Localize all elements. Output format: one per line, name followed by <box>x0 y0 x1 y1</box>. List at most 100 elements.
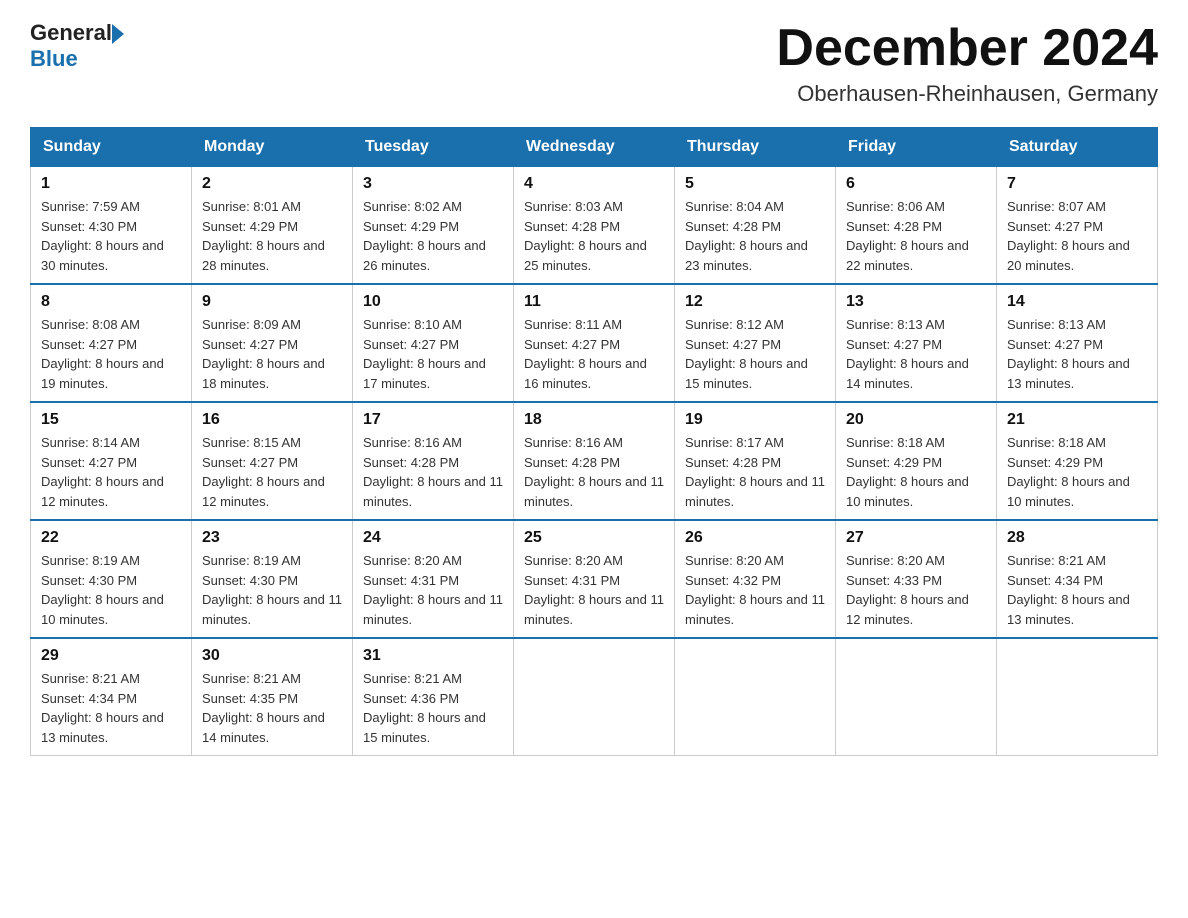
day-info: Sunrise: 8:18 AM Sunset: 4:29 PM Dayligh… <box>1007 433 1147 511</box>
calendar-week-row: 8Sunrise: 8:08 AM Sunset: 4:27 PM Daylig… <box>31 284 1158 402</box>
day-info: Sunrise: 8:21 AM Sunset: 4:36 PM Dayligh… <box>363 669 503 747</box>
day-info: Sunrise: 8:12 AM Sunset: 4:27 PM Dayligh… <box>685 315 825 393</box>
day-info: Sunrise: 8:13 AM Sunset: 4:27 PM Dayligh… <box>846 315 986 393</box>
calendar-day-cell: 28Sunrise: 8:21 AM Sunset: 4:34 PM Dayli… <box>997 520 1158 638</box>
day-number: 10 <box>363 293 503 311</box>
calendar-day-cell <box>997 638 1158 756</box>
day-number: 26 <box>685 529 825 547</box>
calendar-header-tuesday: Tuesday <box>353 128 514 167</box>
calendar-day-cell: 21 Sunrise: 8:18 AM Sunset: 4:29 PM Dayli… <box>997 402 1158 520</box>
calendar-day-cell: 10 Sunrise: 8:10 AM Sunset: 4:27 PM Dayli… <box>353 284 514 402</box>
calendar-day-cell: 13 Sunrise: 8:13 AM Sunset: 4:27 PM Dayli… <box>836 284 997 402</box>
calendar-header-saturday: Saturday <box>997 128 1158 167</box>
calendar-day-cell: 31 Sunrise: 8:21 AM Sunset: 4:36 PM Dayli… <box>353 638 514 756</box>
calendar-day-cell: 16 Sunrise: 8:15 AM Sunset: 4:27 PM Dayli… <box>192 402 353 520</box>
location-label: Oberhausen-Rheinhausen, Germany <box>776 81 1158 107</box>
calendar-day-cell: 3Sunrise: 8:02 AM Sunset: 4:29 PM Daylig… <box>353 167 514 285</box>
calendar-day-cell <box>836 638 997 756</box>
day-number: 7 <box>1007 175 1147 193</box>
calendar-header-wednesday: Wednesday <box>514 128 675 167</box>
calendar-day-cell: 2Sunrise: 8:01 AM Sunset: 4:29 PM Daylig… <box>192 167 353 285</box>
calendar-header-thursday: Thursday <box>675 128 836 167</box>
day-number: 1 <box>41 175 181 193</box>
calendar-day-cell: 17 Sunrise: 8:16 AM Sunset: 4:28 PM Dayli… <box>353 402 514 520</box>
calendar-day-cell: 4 Sunrise: 8:03 AM Sunset: 4:28 PM Daylig… <box>514 167 675 285</box>
day-info: Sunrise: 8:16 AM Sunset: 4:28 PM Dayligh… <box>363 433 503 511</box>
day-number: 30 <box>202 647 342 665</box>
day-info: Sunrise: 8:13 AM Sunset: 4:27 PM Dayligh… <box>1007 315 1147 393</box>
day-number: 14 <box>1007 293 1147 311</box>
day-info: Sunrise: 8:20 AM Sunset: 4:31 PM Dayligh… <box>363 551 503 629</box>
calendar-day-cell: 7 Sunrise: 8:07 AM Sunset: 4:27 PM Daylig… <box>997 167 1158 285</box>
day-number: 2 <box>202 175 342 193</box>
day-info: Sunrise: 8:21 AM Sunset: 4:35 PM Dayligh… <box>202 669 342 747</box>
day-info: Sunrise: 8:15 AM Sunset: 4:27 PM Dayligh… <box>202 433 342 511</box>
month-title: December 2024 <box>776 20 1158 77</box>
logo: General Blue <box>30 20 124 72</box>
day-number: 9 <box>202 293 342 311</box>
day-number: 21 <box>1007 411 1147 429</box>
day-number: 13 <box>846 293 986 311</box>
day-info: Sunrise: 8:03 AM Sunset: 4:28 PM Dayligh… <box>524 197 664 275</box>
day-info: Sunrise: 8:14 AM Sunset: 4:27 PM Dayligh… <box>41 433 181 511</box>
day-info: Sunrise: 8:19 AM Sunset: 4:30 PM Dayligh… <box>202 551 342 629</box>
calendar-day-cell: 1 Sunrise: 7:59 AM Sunset: 4:30 PM Daylig… <box>31 167 192 285</box>
calendar-table: SundayMondayTuesdayWednesdayThursdayFrid… <box>30 127 1158 756</box>
day-number: 15 <box>41 411 181 429</box>
logo-general-text: General <box>30 20 112 46</box>
calendar-header-friday: Friday <box>836 128 997 167</box>
day-number: 23 <box>202 529 342 547</box>
calendar-day-cell: 26 Sunrise: 8:20 AM Sunset: 4:32 PM Dayli… <box>675 520 836 638</box>
day-number: 18 <box>524 411 664 429</box>
day-number: 27 <box>846 529 986 547</box>
day-info: Sunrise: 7:59 AM Sunset: 4:30 PM Dayligh… <box>41 197 181 275</box>
calendar-week-row: 29Sunrise: 8:21 AM Sunset: 4:34 PM Dayli… <box>31 638 1158 756</box>
calendar-day-cell: 29Sunrise: 8:21 AM Sunset: 4:34 PM Dayli… <box>31 638 192 756</box>
day-info: Sunrise: 8:19 AM Sunset: 4:30 PM Dayligh… <box>41 551 181 629</box>
calendar-day-cell: 19Sunrise: 8:17 AM Sunset: 4:28 PM Dayli… <box>675 402 836 520</box>
calendar-day-cell: 5 Sunrise: 8:04 AM Sunset: 4:28 PM Daylig… <box>675 167 836 285</box>
calendar-day-cell: 22 Sunrise: 8:19 AM Sunset: 4:30 PM Dayli… <box>31 520 192 638</box>
calendar-header-monday: Monday <box>192 128 353 167</box>
calendar-header-row: SundayMondayTuesdayWednesdayThursdayFrid… <box>31 128 1158 167</box>
day-number: 22 <box>41 529 181 547</box>
calendar-day-cell: 23 Sunrise: 8:19 AM Sunset: 4:30 PM Dayli… <box>192 520 353 638</box>
day-number: 6 <box>846 175 986 193</box>
calendar-day-cell: 25Sunrise: 8:20 AM Sunset: 4:31 PM Dayli… <box>514 520 675 638</box>
calendar-day-cell: 18 Sunrise: 8:16 AM Sunset: 4:28 PM Dayli… <box>514 402 675 520</box>
day-info: Sunrise: 8:18 AM Sunset: 4:29 PM Dayligh… <box>846 433 986 511</box>
calendar-day-cell: 9 Sunrise: 8:09 AM Sunset: 4:27 PM Daylig… <box>192 284 353 402</box>
day-info: Sunrise: 8:09 AM Sunset: 4:27 PM Dayligh… <box>202 315 342 393</box>
day-number: 5 <box>685 175 825 193</box>
logo-blue-text: Blue <box>30 46 78 72</box>
page-header: General Blue December 2024 Oberhausen-Rh… <box>30 20 1158 107</box>
day-info: Sunrise: 8:07 AM Sunset: 4:27 PM Dayligh… <box>1007 197 1147 275</box>
calendar-week-row: 1 Sunrise: 7:59 AM Sunset: 4:30 PM Daylig… <box>31 167 1158 285</box>
day-info: Sunrise: 8:06 AM Sunset: 4:28 PM Dayligh… <box>846 197 986 275</box>
calendar-day-cell: 12Sunrise: 8:12 AM Sunset: 4:27 PM Dayli… <box>675 284 836 402</box>
title-area: December 2024 Oberhausen-Rheinhausen, Ge… <box>776 20 1158 107</box>
calendar-week-row: 22 Sunrise: 8:19 AM Sunset: 4:30 PM Dayli… <box>31 520 1158 638</box>
day-number: 11 <box>524 293 664 311</box>
calendar-day-cell: 14 Sunrise: 8:13 AM Sunset: 4:27 PM Dayli… <box>997 284 1158 402</box>
logo-arrow-icon <box>112 24 124 44</box>
day-info: Sunrise: 8:20 AM Sunset: 4:33 PM Dayligh… <box>846 551 986 629</box>
day-info: Sunrise: 8:20 AM Sunset: 4:32 PM Dayligh… <box>685 551 825 629</box>
calendar-day-cell: 11Sunrise: 8:11 AM Sunset: 4:27 PM Dayli… <box>514 284 675 402</box>
calendar-day-cell: 20Sunrise: 8:18 AM Sunset: 4:29 PM Dayli… <box>836 402 997 520</box>
calendar-day-cell: 30 Sunrise: 8:21 AM Sunset: 4:35 PM Dayli… <box>192 638 353 756</box>
calendar-week-row: 15 Sunrise: 8:14 AM Sunset: 4:27 PM Dayli… <box>31 402 1158 520</box>
day-info: Sunrise: 8:21 AM Sunset: 4:34 PM Dayligh… <box>41 669 181 747</box>
day-info: Sunrise: 8:16 AM Sunset: 4:28 PM Dayligh… <box>524 433 664 511</box>
day-number: 25 <box>524 529 664 547</box>
day-number: 17 <box>363 411 503 429</box>
day-number: 31 <box>363 647 503 665</box>
day-number: 28 <box>1007 529 1147 547</box>
day-number: 16 <box>202 411 342 429</box>
day-number: 4 <box>524 175 664 193</box>
day-number: 3 <box>363 175 503 193</box>
day-info: Sunrise: 8:04 AM Sunset: 4:28 PM Dayligh… <box>685 197 825 275</box>
calendar-day-cell: 6 Sunrise: 8:06 AM Sunset: 4:28 PM Daylig… <box>836 167 997 285</box>
calendar-day-cell: 24Sunrise: 8:20 AM Sunset: 4:31 PM Dayli… <box>353 520 514 638</box>
day-info: Sunrise: 8:10 AM Sunset: 4:27 PM Dayligh… <box>363 315 503 393</box>
